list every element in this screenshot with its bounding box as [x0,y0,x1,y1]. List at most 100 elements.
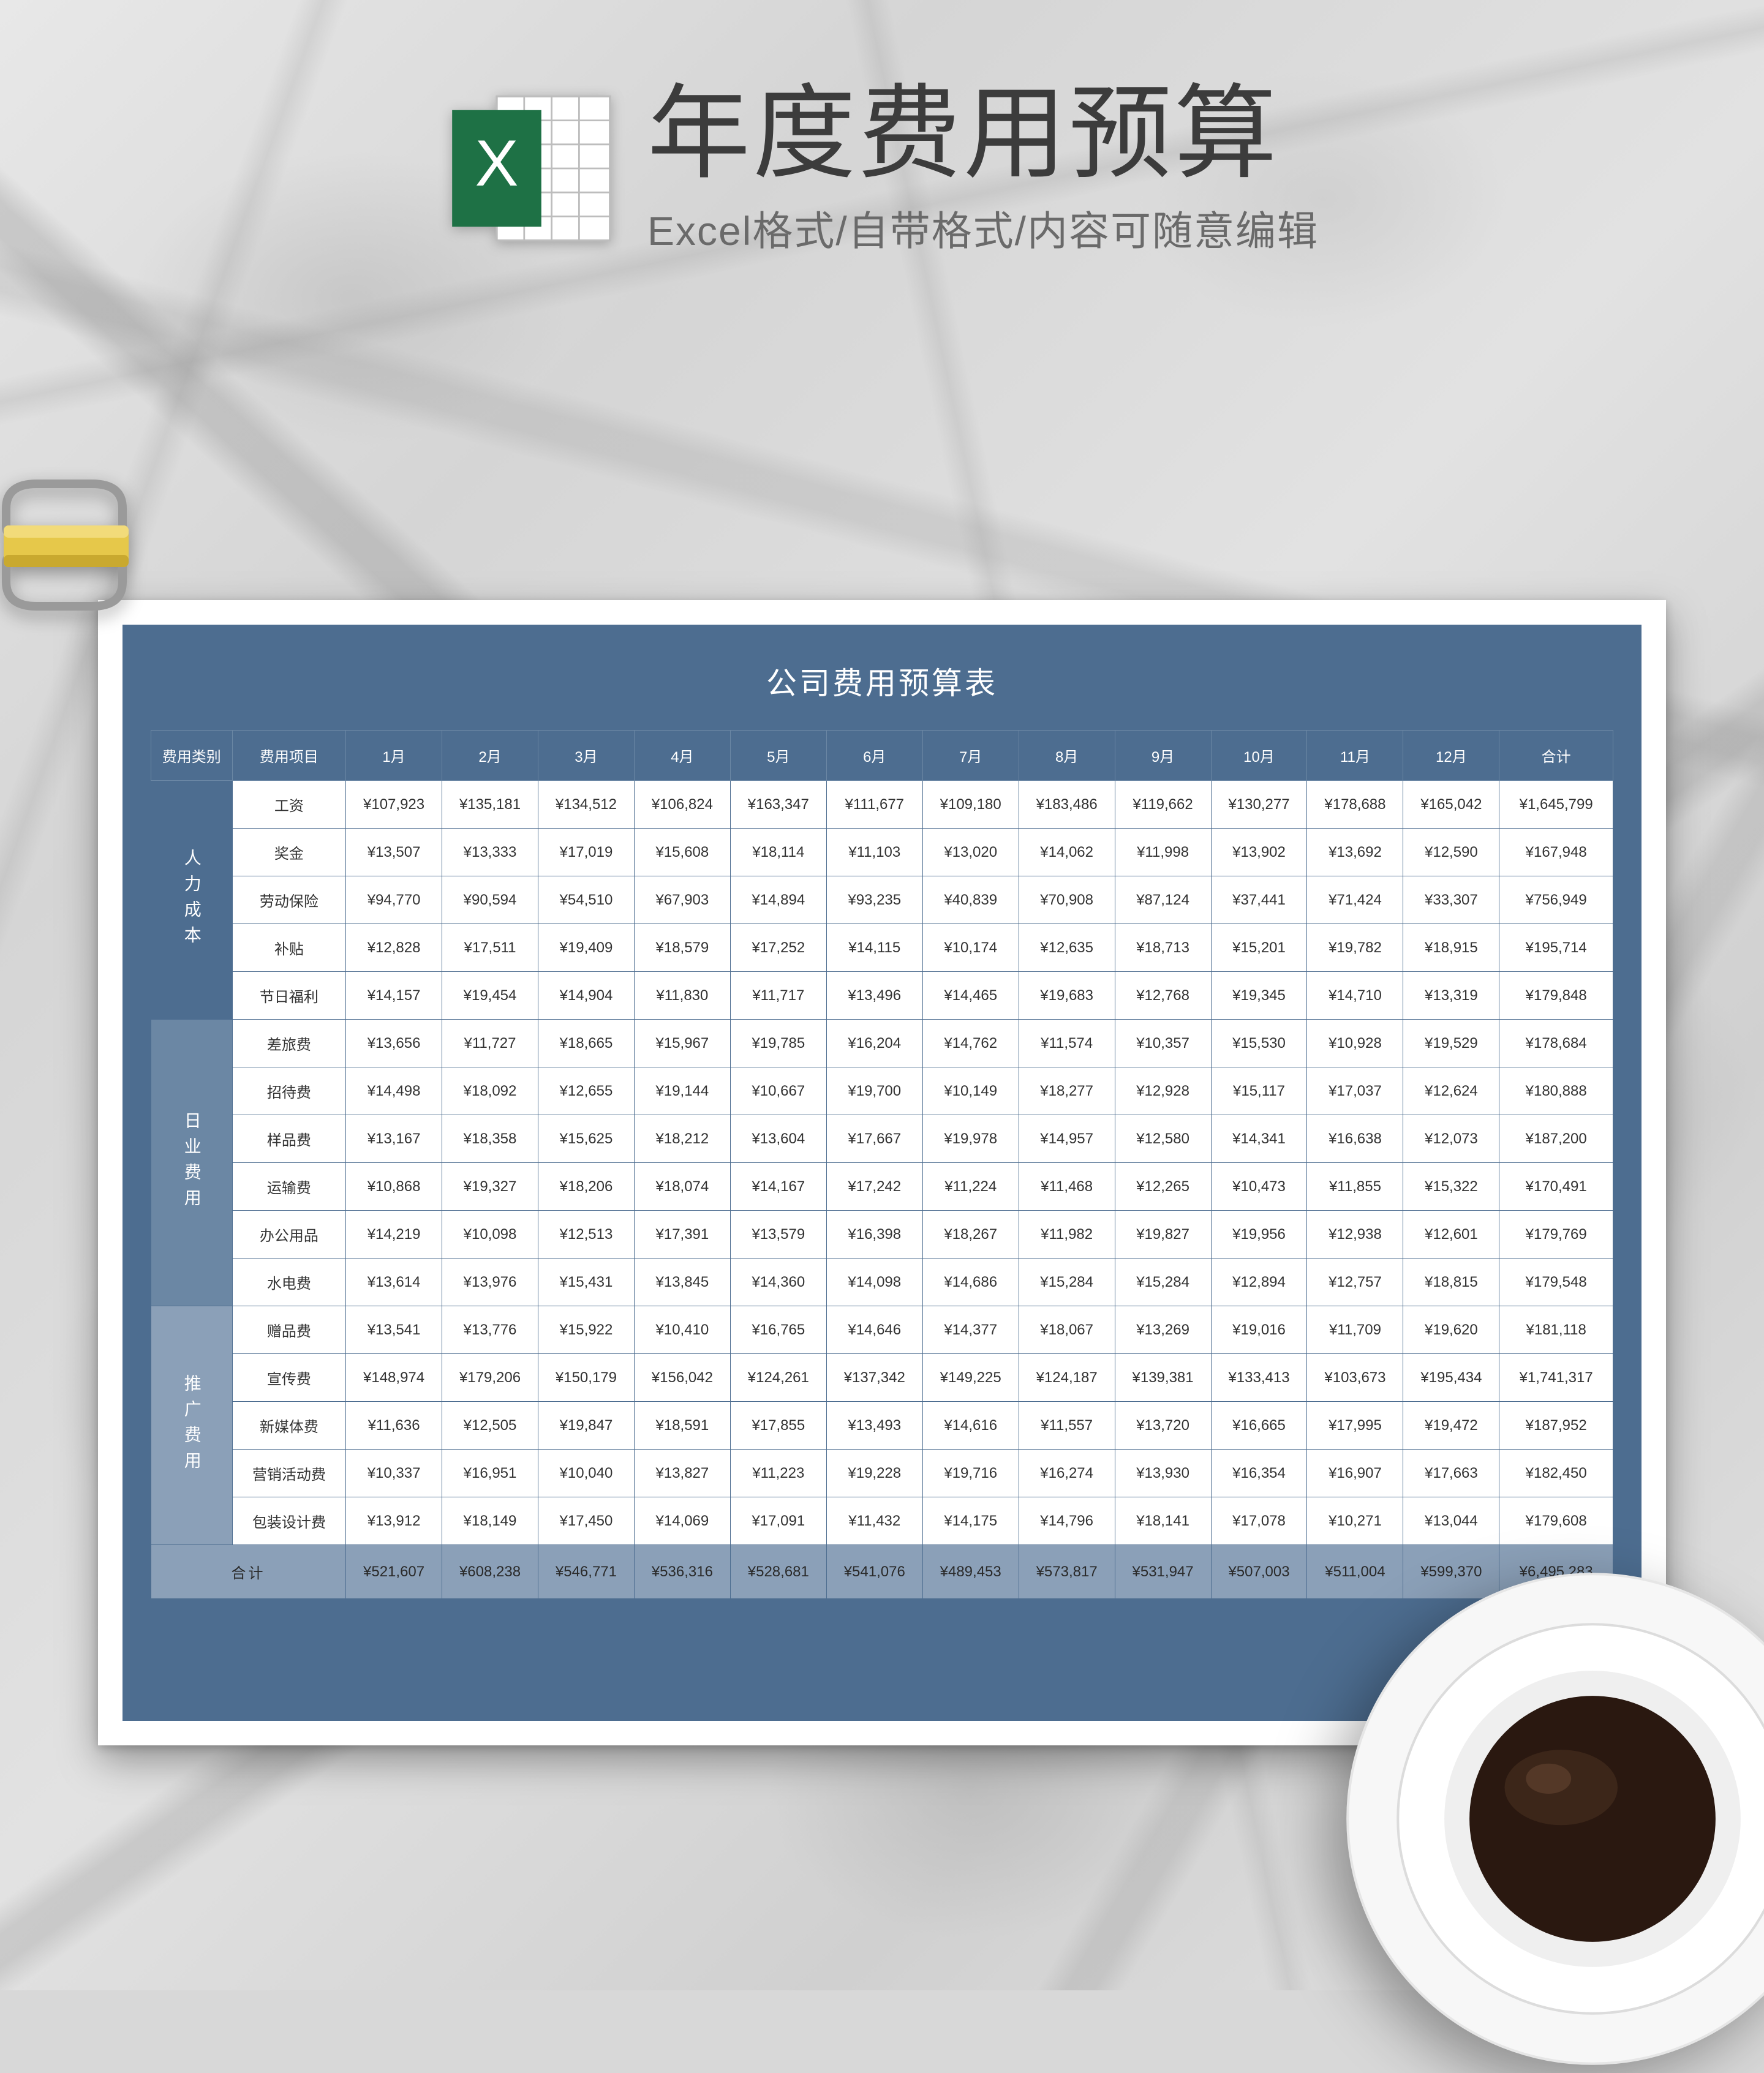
value-cell: ¥16,765 [730,1306,826,1354]
category-cell: 推广费用 [151,1306,233,1545]
item-cell: 劳动保险 [232,876,346,924]
value-cell: ¥14,710 [1307,972,1403,1020]
table-row: 营销活动费¥10,337¥16,951¥10,040¥13,827¥11,223… [151,1450,1613,1497]
table-row: 招待费¥14,498¥18,092¥12,655¥19,144¥10,667¥1… [151,1067,1613,1115]
value-cell: ¥18,114 [730,829,826,876]
col-header: 10月 [1211,731,1307,781]
value-cell: ¥137,342 [826,1354,922,1402]
value-cell: ¥15,322 [1403,1163,1499,1211]
value-cell: ¥13,976 [442,1258,538,1306]
item-cell: 营销活动费 [232,1450,346,1497]
value-cell: ¥13,614 [346,1258,442,1306]
footer-label: 合计 [151,1545,346,1599]
footer-value-cell: ¥528,681 [730,1545,826,1599]
col-header: 8月 [1019,731,1115,781]
value-cell: ¥12,828 [346,924,442,972]
value-cell: ¥15,967 [634,1020,730,1067]
value-cell: ¥10,868 [346,1163,442,1211]
value-cell: ¥14,894 [730,876,826,924]
value-cell: ¥11,468 [1019,1163,1115,1211]
value-cell: ¥87,124 [1115,876,1211,924]
value-cell: ¥12,601 [1403,1211,1499,1258]
value-cell: ¥16,665 [1211,1402,1307,1450]
value-cell: ¥19,472 [1403,1402,1499,1450]
col-header: 合计 [1499,731,1613,781]
value-cell: ¥18,074 [634,1163,730,1211]
table-row: 奖金¥13,507¥13,333¥17,019¥15,608¥18,114¥11… [151,829,1613,876]
value-cell: ¥13,845 [634,1258,730,1306]
value-cell: ¥12,590 [1403,829,1499,876]
value-cell: ¥19,847 [538,1402,634,1450]
footer-value-cell: ¥521,607 [346,1545,442,1599]
category-cell: 日业费用 [151,1020,233,1306]
value-cell: ¥19,345 [1211,972,1307,1020]
value-cell: ¥13,912 [346,1497,442,1545]
item-cell: 招待费 [232,1067,346,1115]
value-cell: ¥70,908 [1019,876,1115,924]
row-total-cell: ¥179,548 [1499,1258,1613,1306]
value-cell: ¥18,277 [1019,1067,1115,1115]
value-cell: ¥13,776 [442,1306,538,1354]
value-cell: ¥14,062 [1019,829,1115,876]
value-cell: ¥17,091 [730,1497,826,1545]
value-cell: ¥11,709 [1307,1306,1403,1354]
value-cell: ¥14,157 [346,972,442,1020]
value-cell: ¥16,951 [442,1450,538,1497]
value-cell: ¥13,269 [1115,1306,1211,1354]
value-cell: ¥11,103 [826,829,922,876]
budget-table: 费用类别 费用项目 1月 2月 3月 4月 5月 6月 7月 8月 9月 10月… [151,730,1613,1599]
value-cell: ¥15,608 [634,829,730,876]
value-cell: ¥12,757 [1307,1258,1403,1306]
col-header: 12月 [1403,731,1499,781]
value-cell: ¥17,242 [826,1163,922,1211]
value-cell: ¥14,167 [730,1163,826,1211]
value-cell: ¥124,261 [730,1354,826,1402]
row-total-cell: ¥167,948 [1499,829,1613,876]
row-total-cell: ¥179,608 [1499,1497,1613,1545]
value-cell: ¥14,175 [922,1497,1019,1545]
value-cell: ¥10,928 [1307,1020,1403,1067]
value-cell: ¥13,827 [634,1450,730,1497]
value-cell: ¥37,441 [1211,876,1307,924]
value-cell: ¥13,579 [730,1211,826,1258]
value-cell: ¥14,465 [922,972,1019,1020]
value-cell: ¥11,830 [634,972,730,1020]
value-cell: ¥18,815 [1403,1258,1499,1306]
row-total-cell: ¥182,450 [1499,1450,1613,1497]
footer-value-cell: ¥531,947 [1115,1545,1211,1599]
value-cell: ¥165,042 [1403,781,1499,829]
row-total-cell: ¥756,949 [1499,876,1613,924]
value-cell: ¥19,978 [922,1115,1019,1163]
value-cell: ¥13,496 [826,972,922,1020]
item-cell: 赠品费 [232,1306,346,1354]
value-cell: ¥94,770 [346,876,442,924]
item-cell: 样品费 [232,1115,346,1163]
value-cell: ¥10,040 [538,1450,634,1497]
table-row: 日业费用差旅费¥13,656¥11,727¥18,665¥15,967¥19,7… [151,1020,1613,1067]
value-cell: ¥18,591 [634,1402,730,1450]
value-cell: ¥15,922 [538,1306,634,1354]
item-cell: 水电费 [232,1258,346,1306]
row-total-cell: ¥1,645,799 [1499,781,1613,829]
value-cell: ¥17,667 [826,1115,922,1163]
value-cell: ¥163,347 [730,781,826,829]
footer-value-cell: ¥489,453 [922,1545,1019,1599]
value-cell: ¥33,307 [1403,876,1499,924]
value-cell: ¥12,073 [1403,1115,1499,1163]
value-cell: ¥16,274 [1019,1450,1115,1497]
table-row: 宣传费¥148,974¥179,206¥150,179¥156,042¥124,… [151,1354,1613,1402]
page-subtitle: Excel格式/自带格式/内容可随意编辑 [647,198,1319,257]
footer-value-cell: ¥546,771 [538,1545,634,1599]
value-cell: ¥17,855 [730,1402,826,1450]
value-cell: ¥17,037 [1307,1067,1403,1115]
value-cell: ¥14,341 [1211,1115,1307,1163]
value-cell: ¥19,956 [1211,1211,1307,1258]
footer-value-cell: ¥536,316 [634,1545,730,1599]
value-cell: ¥19,409 [538,924,634,972]
value-cell: ¥10,667 [730,1067,826,1115]
table-header-row: 费用类别 费用项目 1月 2月 3月 4月 5月 6月 7月 8月 9月 10月… [151,731,1613,781]
value-cell: ¥10,174 [922,924,1019,972]
value-cell: ¥16,398 [826,1211,922,1258]
value-cell: ¥13,493 [826,1402,922,1450]
value-cell: ¥10,410 [634,1306,730,1354]
